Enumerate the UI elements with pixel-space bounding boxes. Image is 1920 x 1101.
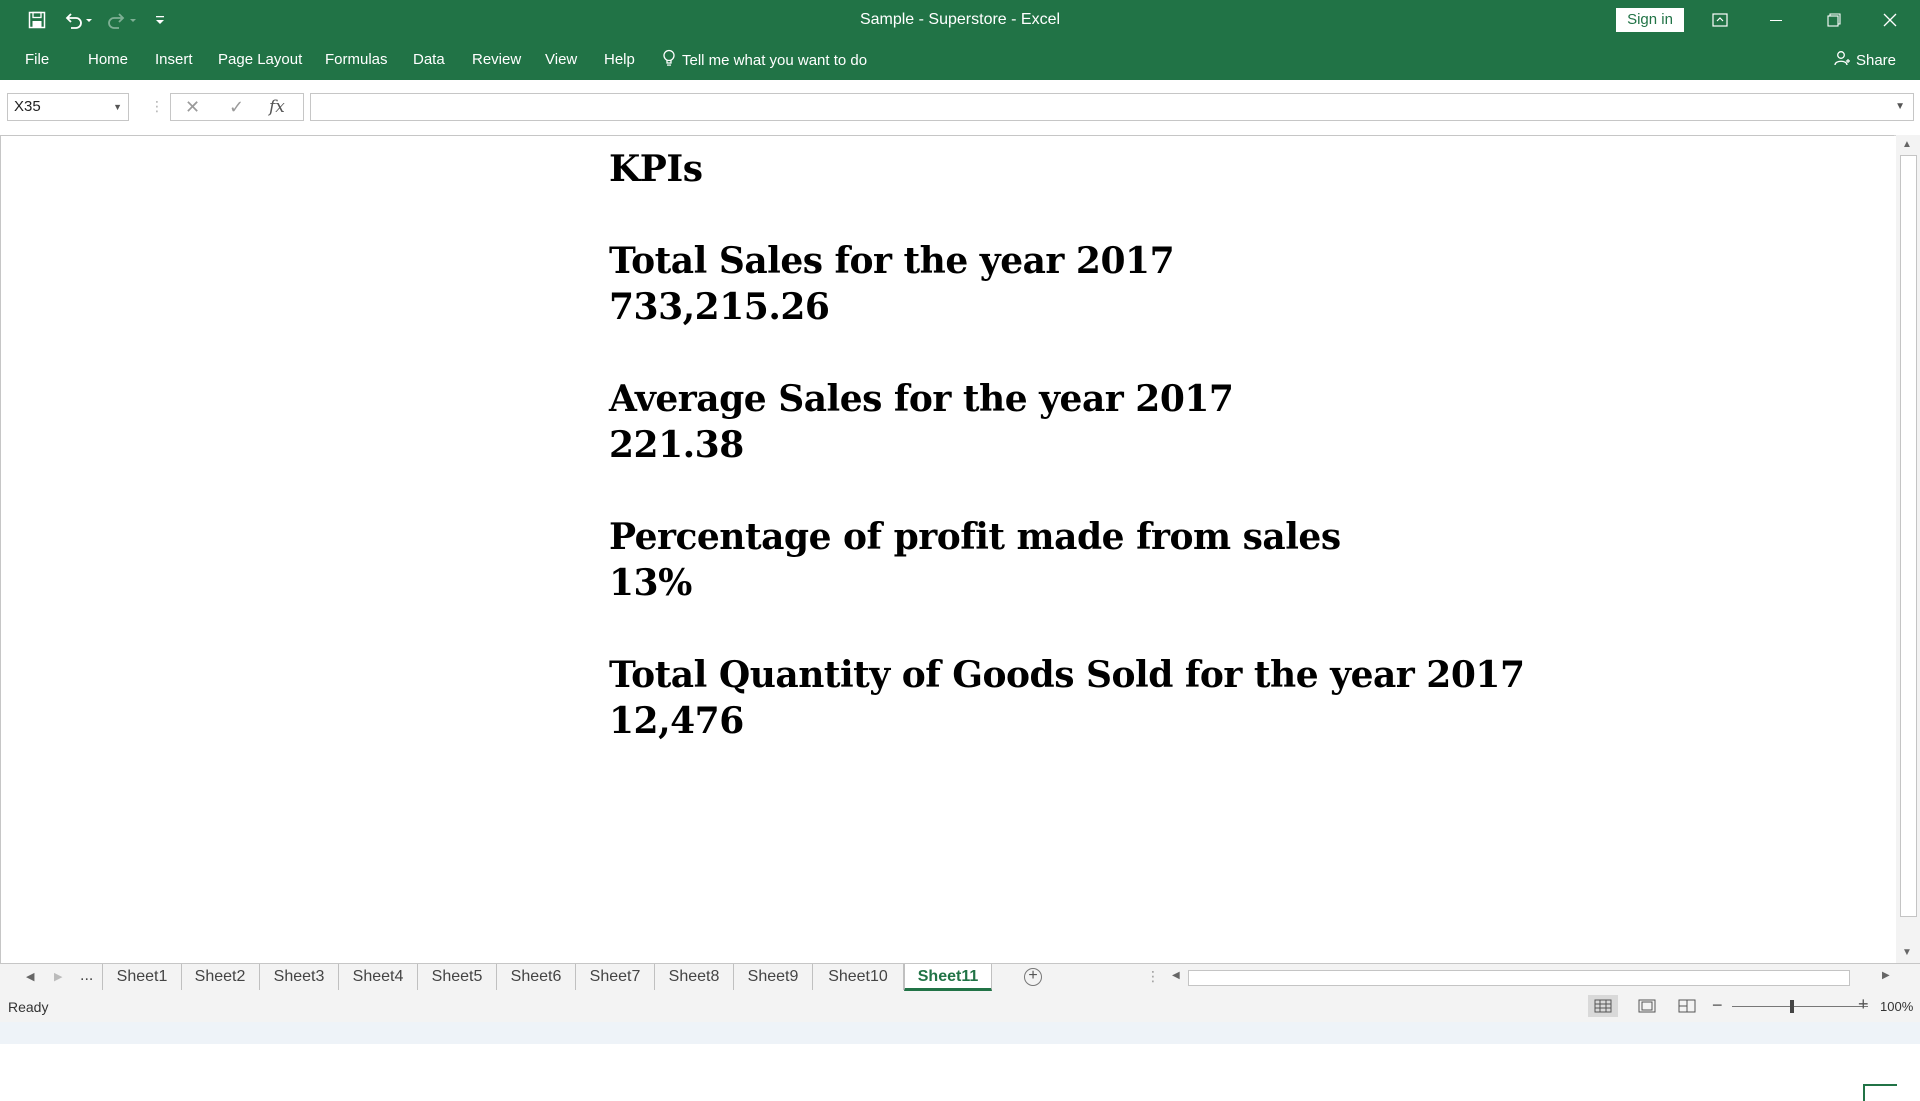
kpi-value-total-sales[interactable]: 733,215.26	[609, 286, 830, 328]
tab-formulas[interactable]: Formulas	[325, 40, 388, 80]
expand-formula-bar-icon[interactable]: ▼	[1895, 101, 1905, 112]
save-icon[interactable]	[22, 0, 52, 40]
ribbon-tabs: File Home Insert Page Layout Formulas Da…	[0, 40, 1920, 80]
close-icon[interactable]	[1862, 0, 1918, 40]
formula-buttons: ✕ ✓ fx	[170, 93, 304, 121]
sheet-tab-8[interactable]: Sheet8	[655, 964, 734, 990]
next-sheet-icon[interactable]: ▶	[54, 970, 62, 983]
add-sheet-icon[interactable]: +	[1024, 968, 1042, 986]
share-label: Share	[1855, 51, 1896, 69]
ribbon-display-options-icon[interactable]	[1692, 0, 1748, 40]
page-layout-view-icon[interactable]	[1632, 995, 1662, 1017]
name-box-value: X35	[14, 98, 41, 115]
scroll-right-icon[interactable]: ▶	[1882, 970, 1890, 981]
kpi-value-total-quantity[interactable]: 12,476	[609, 700, 744, 742]
sheet-tab-2[interactable]: Sheet2	[181, 964, 260, 990]
kpi-label-profit-percentage[interactable]: Percentage of profit made from sales	[609, 516, 1341, 558]
sheet-tab-7[interactable]: Sheet7	[576, 964, 655, 990]
sheet-tab-3[interactable]: Sheet3	[260, 964, 339, 990]
taskbar-edge	[0, 1022, 1920, 1044]
status-text: Ready	[8, 999, 49, 1015]
tab-review[interactable]: Review	[472, 40, 521, 80]
formula-input[interactable]: ▼	[310, 93, 1914, 121]
tab-file[interactable]: File	[25, 40, 49, 80]
share-button[interactable]: Share	[1834, 40, 1896, 80]
sheet-tab-9[interactable]: Sheet9	[734, 964, 813, 990]
title-bar: Sample - Superstore - Excel Sign in	[0, 0, 1920, 40]
zoom-level[interactable]: 100%	[1880, 999, 1913, 1014]
kpi-label-total-quantity[interactable]: Total Quantity of Goods Sold for the yea…	[609, 654, 1525, 696]
normal-view-icon[interactable]	[1588, 995, 1618, 1017]
kpi-label-total-sales[interactable]: Total Sales for the year 2017	[609, 240, 1175, 282]
tab-home[interactable]: Home	[88, 40, 128, 80]
resize-handle-icon[interactable]: ⋮	[150, 98, 164, 115]
name-box[interactable]: X35 ▼	[7, 93, 129, 121]
sheet-tab-5[interactable]: Sheet5	[418, 964, 497, 990]
minimize-icon[interactable]	[1748, 0, 1804, 40]
kpi-value-profit-percentage[interactable]: 13%	[609, 562, 692, 604]
sheet-tab-1[interactable]: Sheet1	[102, 964, 182, 990]
scroll-left-icon[interactable]: ◀	[1172, 970, 1180, 981]
status-bar: Ready − + 100%	[0, 991, 1920, 1022]
tab-split-handle-icon[interactable]: ⋮	[1146, 968, 1160, 985]
kpi-label-average-sales[interactable]: Average Sales for the year 2017	[609, 378, 1234, 420]
redo-icon[interactable]	[104, 0, 140, 40]
tab-help[interactable]: Help	[604, 40, 635, 80]
sheet-tab-4[interactable]: Sheet4	[339, 964, 418, 990]
horizontal-scrollbar[interactable]: ◀ ▶	[1168, 968, 1896, 986]
customize-quick-access-icon[interactable]	[150, 0, 170, 40]
sheet-tab-6[interactable]: Sheet6	[497, 964, 576, 990]
enter-icon[interactable]: ✓	[229, 97, 244, 118]
sheet-tab-10[interactable]: Sheet10	[813, 964, 904, 990]
tab-page-layout[interactable]: Page Layout	[218, 40, 302, 80]
worksheet-grid[interactable]: KPIs Total Sales for the year 2017 733,2…	[0, 135, 1897, 1101]
zoom-slider[interactable]	[1732, 1006, 1868, 1007]
more-sheets-ellipsis[interactable]: ...	[80, 967, 93, 985]
insert-function-icon[interactable]: fx	[269, 97, 285, 117]
kpi-value-average-sales[interactable]: 221.38	[609, 424, 744, 466]
page-break-preview-icon[interactable]	[1672, 995, 1702, 1017]
previous-sheet-icon[interactable]: ◀	[26, 970, 34, 983]
tab-data[interactable]: Data	[413, 40, 445, 80]
zoom-in-icon[interactable]: +	[1858, 994, 1869, 1015]
person-icon	[1834, 50, 1850, 70]
tab-insert[interactable]: Insert	[155, 40, 193, 80]
sign-in-button[interactable]: Sign in	[1616, 8, 1684, 32]
sheet-tabs-bar: ◀ ▶ ... Sheet1 Sheet2 Sheet3 Sheet4 Shee…	[0, 963, 1920, 992]
sheet-tab-11[interactable]: Sheet11	[904, 964, 992, 991]
kpi-heading[interactable]: KPIs	[609, 148, 703, 190]
restore-icon[interactable]	[1806, 0, 1862, 40]
chevron-down-icon[interactable]: ▼	[113, 94, 122, 120]
tab-view[interactable]: View	[545, 40, 577, 80]
zoom-out-icon[interactable]: −	[1712, 995, 1723, 1016]
cancel-icon[interactable]: ✕	[185, 97, 200, 118]
lightbulb-icon	[662, 49, 676, 71]
scroll-down-icon[interactable]: ▼	[1902, 947, 1912, 958]
scroll-up-icon[interactable]: ▲	[1902, 139, 1912, 150]
vertical-scrollbar[interactable]: ▲ ▼	[1896, 135, 1920, 963]
horizontal-scroll-thumb[interactable]	[1188, 970, 1850, 986]
active-cell-indicator	[1863, 1084, 1897, 1101]
tell-me-search[interactable]: Tell me what you want to do	[662, 40, 867, 80]
formula-bar: X35 ▼ ⋮ ✕ ✓ fx ▼	[0, 80, 1920, 136]
zoom-slider-handle[interactable]	[1790, 1000, 1794, 1013]
tell-me-label: Tell me what you want to do	[682, 51, 868, 69]
vertical-scroll-thumb[interactable]	[1900, 155, 1917, 917]
undo-icon[interactable]	[60, 0, 96, 40]
zoom-control: − + 100%	[1712, 994, 1913, 1017]
